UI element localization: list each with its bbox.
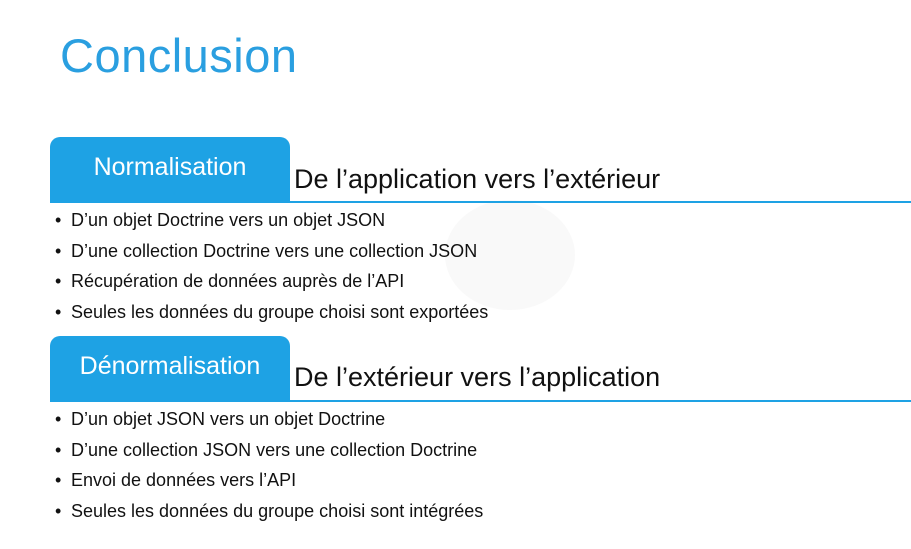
bullet-dot: • bbox=[55, 210, 62, 230]
list-item-text: D’une collection JSON vers une collectio… bbox=[71, 439, 478, 460]
list-item: • Seules les données du groupe choisi son… bbox=[55, 496, 483, 527]
section-divider bbox=[50, 400, 911, 402]
list-item-text: D’un objet JSON vers un objet Doctrine bbox=[71, 409, 386, 429]
list-item: • D’une collection Doctrine vers une coll… bbox=[55, 236, 488, 267]
bullet-list-denormalisation: • D’un objet JSON vers un objet Doctrine … bbox=[55, 404, 483, 527]
list-item-text: Envoi de données vers l’API bbox=[71, 470, 297, 491]
bullet-dot: • bbox=[55, 302, 62, 323]
list-item: • D’une collection JSON vers une collecti… bbox=[55, 435, 483, 466]
list-item-text: D’un objet Doctrine vers un objet JSON bbox=[71, 210, 386, 230]
list-item-text: Récupération de données auprès de l’API bbox=[71, 271, 405, 292]
bullet-dot: • bbox=[55, 501, 62, 522]
section-divider bbox=[50, 201, 911, 203]
list-item-text: Seules les données du groupe choisi sont… bbox=[71, 501, 484, 522]
list-item: • Récupération de données auprès de l’API bbox=[55, 266, 488, 297]
list-item-text: D’une collection Doctrine vers une colle… bbox=[71, 240, 478, 261]
slide-title: Conclusion bbox=[60, 29, 298, 82]
list-item: • D’un objet JSON vers un objet Doctrine bbox=[55, 404, 483, 435]
list-item: • Seules les données du groupe choisi son… bbox=[55, 297, 488, 328]
list-item: • Envoi de données vers l’API bbox=[55, 465, 483, 496]
bullet-list-normalisation: • D’un objet Doctrine vers un objet JSON … bbox=[55, 205, 488, 328]
list-item: • D’un objet Doctrine vers un objet JSON bbox=[55, 205, 488, 236]
section-subtitle-denormalisation: De l’extérieur vers l’application bbox=[294, 362, 661, 392]
bullet-dot: • bbox=[55, 470, 62, 491]
bullet-dot: • bbox=[55, 240, 62, 261]
section-subtitle-normalisation: De l’application vers l’extérieur bbox=[294, 164, 661, 194]
list-item-text: Seules les données du groupe choisi sont… bbox=[71, 302, 489, 323]
section-tab-denormalisation: Dénormalisation bbox=[50, 336, 290, 400]
section-tab-normalisation: Normalisation bbox=[50, 137, 290, 201]
bullet-dot: • bbox=[55, 409, 62, 429]
bullet-dot: • bbox=[55, 271, 62, 292]
bullet-dot: • bbox=[55, 439, 62, 460]
